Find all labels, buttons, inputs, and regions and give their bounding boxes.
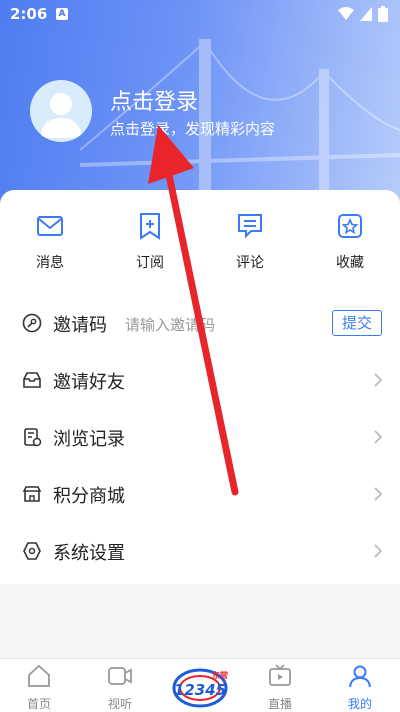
quick-action-label: 消息	[36, 255, 64, 271]
menu-item-label: 系统设置	[53, 543, 125, 564]
invite-code-row: 邀请码 请输入邀请码 提交	[0, 295, 400, 352]
quick-action-label: 订阅	[136, 255, 164, 271]
quick-action-label: 评论	[236, 255, 264, 271]
inbox-icon	[23, 372, 41, 388]
menu-item-points-store[interactable]: 积分商城	[0, 466, 400, 523]
tab-live[interactable]: 直播	[250, 663, 310, 712]
tab-video[interactable]: 视听	[90, 663, 150, 712]
menu-item-settings[interactable]: 系统设置	[0, 523, 400, 580]
store-icon	[22, 486, 42, 502]
menu-item-label: 浏览记录	[53, 429, 125, 450]
wifi-icon	[338, 7, 354, 20]
svg-text:12345: 12345	[174, 681, 226, 699]
menu-item-history[interactable]: 浏览记录	[0, 409, 400, 466]
tv-icon	[269, 664, 291, 686]
comment-icon	[238, 214, 262, 239]
chevron-right-icon	[374, 544, 383, 558]
bookmark-plus-icon	[140, 213, 160, 240]
submit-button[interactable]: 提交	[332, 310, 382, 336]
invite-code-label: 邀请码	[53, 315, 107, 336]
user-icon	[349, 665, 371, 688]
avatar[interactable]	[30, 80, 92, 142]
chevron-right-icon	[374, 373, 383, 387]
quick-actions: 消息 订阅 评论 收藏	[0, 212, 400, 282]
tab-mine[interactable]: 我的	[330, 663, 390, 712]
quick-action-subscribe[interactable]: 订阅	[120, 212, 180, 272]
menu-item-label: 积分商城	[53, 486, 125, 507]
default-avatar-icon	[40, 93, 82, 138]
key-icon	[22, 313, 42, 333]
settings-icon	[23, 542, 41, 560]
status-time: 2:06	[10, 5, 48, 23]
menu-item-label: 邀请好友	[53, 372, 125, 393]
login-subtitle[interactable]: 点击登录，发现精彩内容	[110, 118, 275, 139]
status-bar: 2:06 A	[0, 0, 400, 28]
notification-a-icon: A	[56, 8, 68, 20]
chevron-right-icon	[374, 430, 383, 444]
menu-item-invite-friends[interactable]: 邀请好友	[0, 352, 400, 409]
history-icon	[24, 428, 42, 447]
tab-home[interactable]: 首页	[9, 663, 69, 712]
profile-card: 消息 订阅 评论 收藏 邀请码 请输入邀请码 提交 邀请好友 浏览记录 积分商城…	[0, 190, 400, 584]
hotline-12345-logo[interactable]: 东营 12345	[172, 664, 228, 708]
invite-code-input[interactable]: 请输入邀请码	[125, 314, 215, 335]
login-title[interactable]: 点击登录	[110, 84, 198, 116]
tab-label: 首页	[26, 697, 51, 711]
quick-action-favorites[interactable]: 收藏	[320, 212, 380, 272]
tab-label: 直播	[267, 697, 292, 711]
quick-action-comments[interactable]: 评论	[220, 212, 280, 272]
mail-icon	[37, 216, 63, 236]
chevron-right-icon	[374, 487, 383, 501]
battery-icon	[378, 6, 388, 22]
tab-label: 我的	[347, 697, 372, 711]
tab-label: 视听	[107, 697, 132, 711]
home-icon	[28, 664, 50, 687]
quick-action-label: 收藏	[336, 255, 364, 271]
quick-action-messages[interactable]: 消息	[20, 212, 80, 272]
star-icon	[338, 214, 362, 238]
svg-text:东营: 东营	[212, 670, 228, 680]
video-icon	[108, 667, 132, 685]
status-icons	[338, 6, 388, 22]
signal-icon	[360, 7, 372, 21]
